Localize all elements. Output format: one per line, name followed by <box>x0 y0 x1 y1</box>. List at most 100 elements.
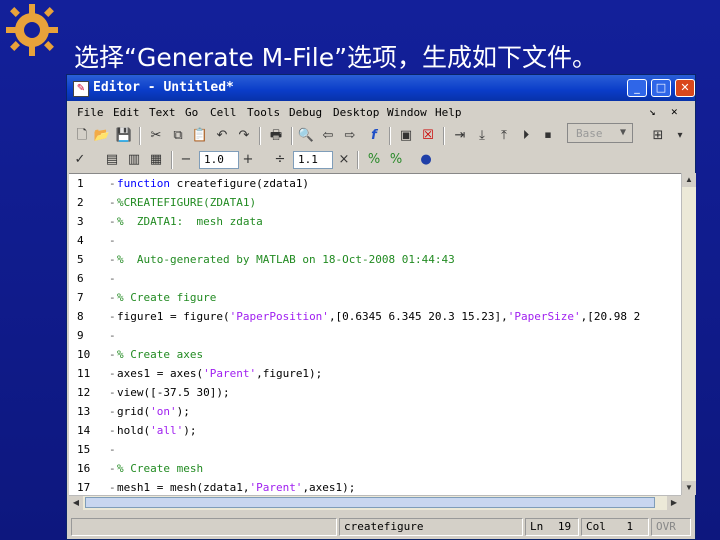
status-column-value: 1 <box>626 520 634 533</box>
code-line[interactable]: 14 - hold('all'); <box>69 421 681 440</box>
menu-window[interactable]: Window <box>387 106 427 119</box>
code-text: %CREATEFIGURE(ZDATA1) <box>117 196 257 209</box>
cell-mode-icon[interactable]: ✓ <box>71 151 89 169</box>
uncomment-icon[interactable]: % <box>387 151 405 169</box>
code-line[interactable]: 9- <box>69 326 681 345</box>
step-out-icon[interactable]: ⤒ <box>495 127 513 145</box>
menu-edit[interactable]: Edit <box>113 106 140 119</box>
scroll-right-icon[interactable]: ▶ <box>667 496 681 510</box>
code-line[interactable]: 8 - figure1 = figure('PaperPosition',[0.63… <box>69 307 681 326</box>
function-icon[interactable]: f <box>365 127 383 145</box>
continue-icon[interactable]: ⏵ <box>517 127 535 145</box>
new-file-icon[interactable]: 🗋 <box>73 127 91 145</box>
gear-decoration-icon <box>6 4 58 56</box>
multiply-icon[interactable]: × <box>335 151 353 169</box>
cell-increment-field[interactable]: 1.0 <box>199 151 239 169</box>
code-line[interactable]: 17 - mesh1 = mesh(zdata1,'Parent',axes1); <box>69 478 681 496</box>
code-line[interactable]: 15 - <box>69 440 681 459</box>
undo-icon[interactable]: ↶ <box>213 127 231 145</box>
set-breakpoint-icon[interactable]: ▣ <box>397 127 415 145</box>
menu-file[interactable]: File <box>77 106 104 119</box>
vertical-scrollbar[interactable]: ▲ ▼ <box>681 173 696 495</box>
code-line[interactable]: 3 -% ZDATA1: mesh zdata <box>69 212 681 231</box>
menu-desktop[interactable]: Desktop <box>333 106 379 119</box>
status-column-label: Col <box>586 520 606 533</box>
undock-icon[interactable]: ↘ <box>649 105 656 118</box>
exit-debug-icon[interactable]: ⏹ <box>539 127 557 145</box>
line-marker: - <box>109 405 116 418</box>
editor-window: ✎ Editor - Untitled* _ □ ✕ File Edit Tex… <box>66 74 696 540</box>
code-line[interactable]: 4- <box>69 231 681 250</box>
cut-icon[interactable]: ✂ <box>147 127 165 145</box>
code-line[interactable]: 10 -% Create axes <box>69 345 681 364</box>
clear-breakpoints-icon[interactable]: ☒ <box>419 127 437 145</box>
find-icon[interactable]: 🔍 <box>297 127 315 145</box>
divide-icon[interactable]: ÷ <box>271 151 289 169</box>
decrement-icon[interactable]: − <box>177 151 195 169</box>
code-line[interactable]: 16 -% Create mesh <box>69 459 681 478</box>
save-icon[interactable]: 💾 <box>115 127 133 145</box>
toolbar-separator <box>443 127 445 145</box>
line-marker: - <box>109 215 116 228</box>
status-overwrite-mode: OVR <box>651 518 691 536</box>
cell-divide-field[interactable]: 1.1 <box>293 151 333 169</box>
line-marker: - <box>109 329 116 342</box>
menu-debug[interactable]: Debug <box>289 106 322 119</box>
code-line[interactable]: 1 - function createfigure(zdata1) <box>69 174 681 193</box>
code-line[interactable]: 11 - axes1 = axes('Parent',figure1); <box>69 364 681 383</box>
code-line[interactable]: 5 -% Auto-generated by MATLAB on 18-Oct-2… <box>69 250 681 269</box>
menu-tools[interactable]: Tools <box>247 106 280 119</box>
code-line[interactable]: 7 -% Create figure <box>69 288 681 307</box>
forward-arrow-icon[interactable]: ⇨ <box>341 127 359 145</box>
scroll-up-icon[interactable]: ▲ <box>682 173 696 187</box>
maximize-button[interactable]: □ <box>651 79 671 97</box>
open-folder-icon[interactable]: 📂 <box>93 127 111 145</box>
code-line[interactable]: 13 - grid('on'); <box>69 402 681 421</box>
code-line[interactable]: 2 - %CREATEFIGURE(ZDATA1) <box>69 193 681 212</box>
menu-text[interactable]: Text <box>149 106 176 119</box>
menu-go[interactable]: Go <box>185 106 198 119</box>
status-function-name: createfigure <box>339 518 523 536</box>
code-text: % ZDATA1: mesh zdata <box>117 215 263 228</box>
code-line[interactable]: 12 - view([-37.5 30]); <box>69 383 681 402</box>
back-arrow-icon[interactable]: ⇦ <box>319 127 337 145</box>
toolbar-separator <box>357 151 359 169</box>
redo-icon[interactable]: ↷ <box>235 127 253 145</box>
eval-cell-icon[interactable]: ▤ <box>103 151 121 169</box>
horizontal-scrollbar[interactable]: ◀ ▶ <box>69 495 681 510</box>
status-line-label: Ln <box>530 520 544 533</box>
copy-icon[interactable]: ⧉ <box>169 127 187 145</box>
menu-help[interactable]: Help <box>435 106 462 119</box>
line-number: 2 <box>77 196 84 209</box>
menu-cell[interactable]: Cell <box>210 106 237 119</box>
code-line[interactable]: 6- <box>69 269 681 288</box>
scroll-left-icon[interactable]: ◀ <box>69 496 83 510</box>
line-marker: - <box>109 462 116 475</box>
horizontal-scroll-thumb[interactable] <box>85 497 655 508</box>
line-number: 13 <box>77 405 91 418</box>
paste-icon[interactable]: 📋 <box>191 127 209 145</box>
close-button[interactable]: ✕ <box>675 79 695 97</box>
layout-dropdown-icon[interactable]: ▾ <box>671 127 689 145</box>
help-icon[interactable]: ● <box>417 151 435 169</box>
window-titlebar[interactable]: ✎ Editor - Untitled* _ □ ✕ <box>67 75 695 101</box>
eval-cell-advance-icon[interactable]: ▥ <box>125 151 143 169</box>
step-in-icon[interactable]: ⤓ <box>473 127 491 145</box>
code-text: figure1 = figure('PaperPosition',[0.6345… <box>117 310 641 323</box>
minimize-button[interactable]: _ <box>627 79 647 97</box>
status-column: Col 1 <box>581 518 649 536</box>
line-marker: - <box>109 272 116 285</box>
code-text: mesh1 = mesh(zdata1,'Parent',axes1); <box>117 481 356 494</box>
layout-grid-icon[interactable]: ⊞ <box>649 127 667 145</box>
code-editor[interactable]: 1- function createfigure(zdata1) 2- %CREATE… <box>69 173 681 496</box>
close-document-icon[interactable]: ✕ <box>671 105 678 118</box>
step-icon[interactable]: ⇥ <box>451 127 469 145</box>
line-marker: - <box>109 253 116 266</box>
eval-file-icon[interactable]: ▦ <box>147 151 165 169</box>
print-icon[interactable]: 🖶 <box>267 127 285 145</box>
scroll-down-icon[interactable]: ▼ <box>682 481 696 495</box>
comment-icon[interactable]: % <box>365 151 383 169</box>
workspace-select[interactable]: Base ▼ <box>567 123 633 143</box>
increment-icon[interactable]: + <box>239 151 257 169</box>
code-text: axes1 = axes('Parent',figure1); <box>117 367 323 380</box>
